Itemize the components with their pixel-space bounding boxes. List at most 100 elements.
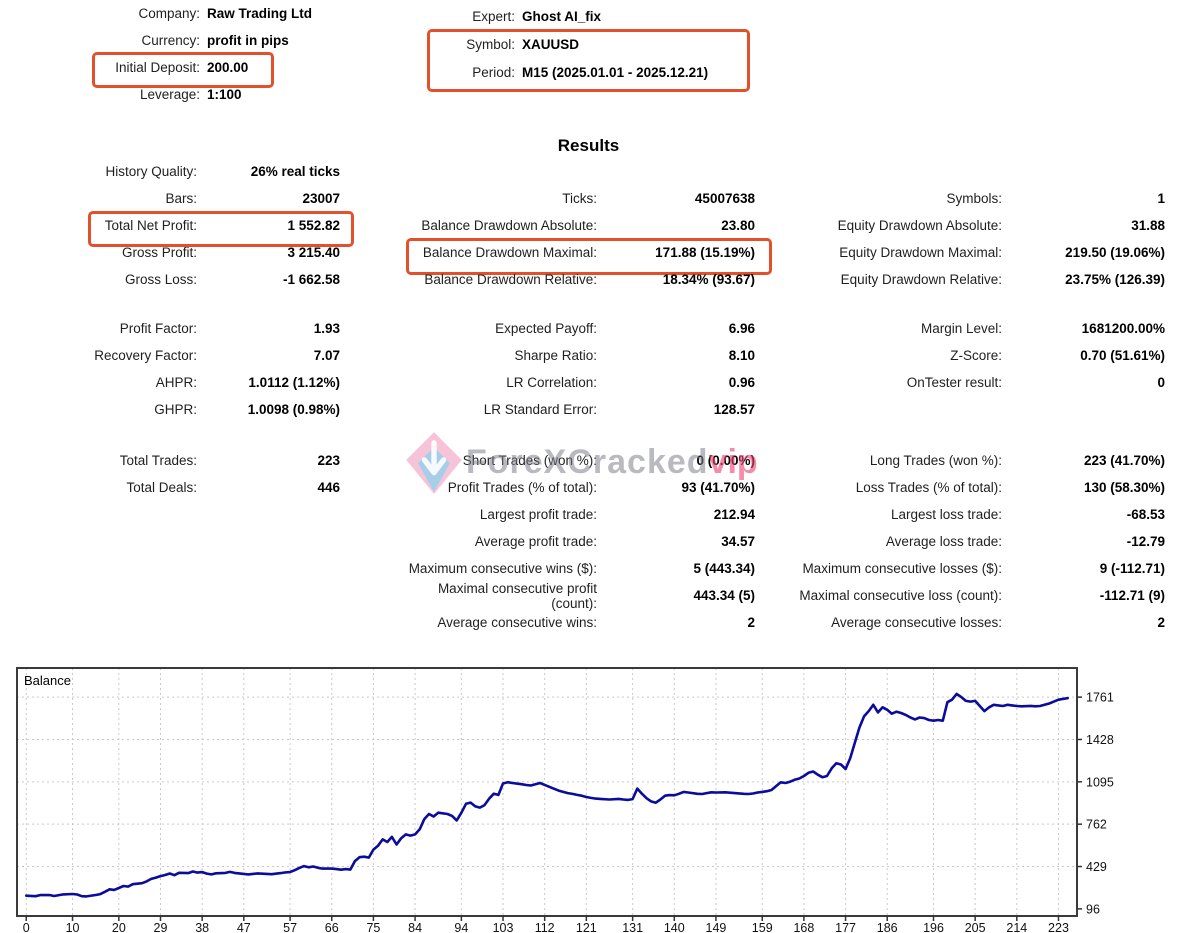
field-value: Raw Trading Ltd [207, 6, 313, 21]
stat-value: 31.88 [1131, 218, 1165, 233]
stat-pair: Profit Trades (% of total): 93 (41.70%) [400, 480, 755, 495]
stat-value: 9 (-112.71) [1099, 561, 1165, 576]
stat-label: Bars: [165, 191, 197, 206]
stat-label: Equity Drawdown Absolute: [837, 218, 1002, 233]
stat-pair: Maximum consecutive losses ($): 9 (-112.7… [795, 561, 1165, 576]
x-axis-label: 20 [112, 921, 126, 933]
stat-value: 0.96 [728, 375, 755, 390]
stat-value: 23007 [302, 191, 340, 206]
stat-value: 446 [317, 480, 340, 495]
stat-pair: Total Net Profit: 1 552.82 [10, 218, 340, 233]
stat-value: 0.70 (51.61%) [1080, 348, 1165, 363]
field-label: Initial Deposit: [115, 60, 200, 75]
stat-value: 223 [317, 453, 340, 468]
stat-row: Profit Factor: 1.93 Expected Payoff: 6.96 Ma… [10, 315, 1165, 342]
field-value: Ghost AI_fix [522, 8, 602, 24]
stat-label: Ticks: [562, 191, 597, 206]
header-row: Expert: Ghost AI_fix [430, 2, 708, 30]
stat-value: 2 [1157, 615, 1165, 630]
stat-row: History Quality: 26% real ticks [10, 158, 1165, 185]
stat-value: -112.71 (9) [1099, 588, 1165, 603]
stat-row: Largest profit trade: 212.94 Largest loss … [10, 501, 1165, 528]
stat-label: OnTester result: [906, 375, 1002, 390]
stat-label: Symbols: [946, 191, 1002, 206]
stat-label: Profit Factor: [119, 321, 197, 336]
balance-chart: 0 10 20 29 38 47 57 66 75 84 94 103 112 121 131 140 149 1… [16, 667, 1114, 933]
stat-pair: Average loss trade: -12.79 [795, 534, 1165, 549]
x-axis-label: 168 [793, 921, 814, 933]
stat-pair: Balance Drawdown Relative: 18.34% (93.67) [400, 272, 755, 287]
stat-label: Maximum consecutive wins ($): [408, 561, 597, 576]
stat-value: 1 552.82 [287, 218, 340, 233]
stat-label: GHPR: [154, 402, 197, 417]
chart-border [16, 667, 1078, 917]
stat-label: Sharpe Ratio: [514, 348, 597, 363]
stat-row: Total Trades: 223 Short Trades (won %): 0 (… [10, 447, 1165, 474]
stat-value: 18.34% (93.67) [662, 272, 755, 287]
stat-value: -68.53 [1126, 507, 1165, 522]
stat-value: 130 (58.30%) [1083, 480, 1165, 495]
stat-pair: Equity Drawdown Absolute: 31.88 [795, 218, 1165, 233]
header-row: Currency: profit in pips [10, 27, 312, 54]
y-axis-label: 429 [1086, 860, 1107, 874]
stat-label: Equity Drawdown Maximal: [839, 245, 1002, 260]
stat-pair: Short Trades (won %): 0 (0.00%) [400, 453, 755, 468]
stat-pair: Largest profit trade: 212.94 [400, 507, 755, 522]
field-value: 1:100 [207, 87, 242, 102]
stat-pair: Sharpe Ratio: 8.10 [400, 348, 755, 363]
field-label: Company: [138, 6, 200, 21]
x-axis-label: 57 [283, 921, 297, 933]
stat-label: Balance Drawdown Maximal: [422, 245, 597, 260]
stat-value: 1.0112 (1.12%) [248, 375, 340, 390]
field-value: profit in pips [207, 33, 289, 48]
x-axis-label: 29 [154, 921, 168, 933]
stat-label: Balance Drawdown Absolute: [421, 218, 597, 233]
x-axis-label: 75 [366, 921, 380, 933]
stat-value: -1 662.58 [282, 272, 340, 287]
field-value: M15 (2025.01.01 - 2025.12.21) [522, 64, 709, 80]
stat-pair: Expected Payoff: 6.96 [400, 321, 755, 336]
x-axis-label: 149 [706, 921, 727, 933]
stat-label: Maximal consecutive profit (count): [437, 580, 597, 611]
x-axis-label: 103 [493, 921, 514, 933]
header-row: Symbol: XAUUSD [430, 30, 708, 58]
stat-row: Bars: 23007 Ticks: 45007638 Symbols: 1 [10, 185, 1165, 212]
x-axis-label: 84 [408, 921, 422, 933]
stat-label: Largest profit trade: [479, 507, 597, 522]
stat-row: Gross Profit: 3 215.40 Balance Drawdown Ma… [10, 239, 1165, 266]
stat-label: Z-Score: [950, 348, 1002, 363]
stat-row: GHPR: 1.0098 (0.98%) LR Standard Error: 128… [10, 396, 1165, 423]
stat-row: Gross Loss: -1 662.58 Balance Drawdown Rel… [10, 266, 1165, 293]
stat-value: 223 (41.70%) [1083, 453, 1165, 468]
stat-value: 219.50 (19.06%) [1065, 245, 1165, 260]
stat-pair: Profit Factor: 1.93 [10, 321, 340, 336]
x-axis-label: 196 [923, 921, 944, 933]
stat-pair: Average consecutive losses: 2 [795, 615, 1165, 630]
stat-value: 34.57 [721, 534, 755, 549]
stat-label: Long Trades (won %): [869, 453, 1002, 468]
x-axis-label: 131 [622, 921, 643, 933]
stat-label: Equity Drawdown Relative: [840, 272, 1002, 287]
stat-value: 6.96 [728, 321, 755, 336]
stat-value: 8.10 [728, 348, 755, 363]
chart-legend-label: Balance [24, 673, 71, 688]
stat-pair: Gross Profit: 3 215.40 [10, 245, 340, 260]
stat-value: 0 [1157, 375, 1165, 390]
stat-pair: History Quality: 26% real ticks [10, 164, 340, 179]
x-axis-label: 121 [576, 921, 597, 933]
stat-value: -12.79 [1126, 534, 1165, 549]
stat-value: 23.75% (126.39) [1065, 272, 1165, 287]
header-row: Company: Raw Trading Ltd [10, 0, 312, 27]
y-axis-label: 762 [1086, 818, 1107, 832]
x-axis-label: 140 [664, 921, 685, 933]
header-row: Initial Deposit: 200.00 [10, 54, 312, 81]
header-left-block: Company: Raw Trading Ltd Currency: profit i… [10, 0, 312, 108]
stat-label: Total Net Profit: [104, 218, 197, 233]
x-axis-label: 159 [752, 921, 773, 933]
stat-value: 212.94 [713, 507, 755, 522]
stat-pair: Maximal consecutive loss (count): -112.71… [795, 588, 1165, 603]
stat-value: 3 215.40 [287, 245, 340, 260]
stat-pair: Balance Drawdown Absolute: 23.80 [400, 218, 755, 233]
stat-value: 2 [747, 615, 755, 630]
